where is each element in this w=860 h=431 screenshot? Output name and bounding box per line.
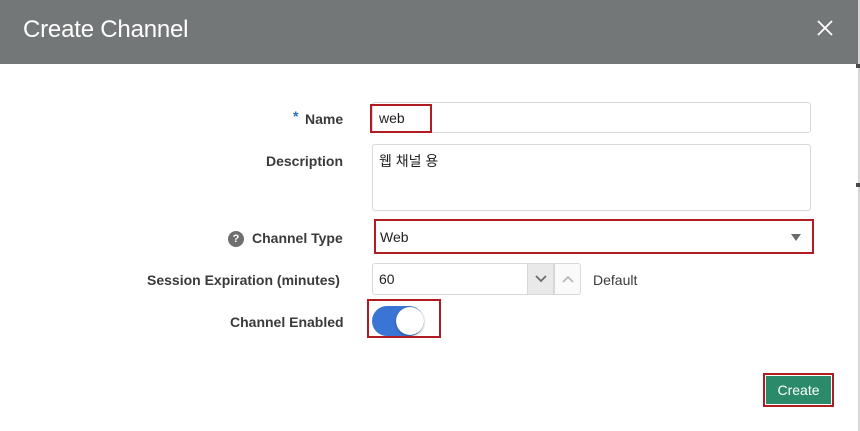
toggle-knob — [396, 307, 424, 335]
default-text: Default — [593, 272, 638, 288]
edge-marker — [856, 183, 860, 187]
session-expiration-label: Session Expiration (minutes) — [147, 272, 340, 288]
chevron-down-icon — [535, 275, 547, 283]
dialog-header: Create Channel — [0, 0, 858, 64]
chevron-down-icon — [791, 234, 801, 241]
name-input[interactable] — [372, 102, 811, 133]
description-textarea[interactable]: 웹 채널 용 — [372, 144, 811, 211]
decrement-button[interactable] — [527, 263, 554, 295]
chevron-up-icon — [562, 275, 574, 283]
dialog-title: Create Channel — [23, 16, 189, 43]
description-label: Description — [266, 153, 344, 169]
session-expiration-input[interactable] — [372, 263, 528, 295]
edge-marker — [856, 64, 860, 68]
increment-button[interactable] — [554, 263, 581, 295]
channel-type-select[interactable]: Web — [376, 221, 812, 253]
create-button[interactable]: Create — [766, 376, 831, 404]
channel-enabled-label: Channel Enabled — [230, 314, 344, 330]
close-icon[interactable] — [813, 17, 837, 41]
help-icon[interactable]: ? — [228, 231, 244, 247]
channel-type-label: Channel Type — [252, 230, 343, 246]
name-label: Name — [305, 111, 344, 127]
required-asterisk: * — [293, 108, 299, 124]
create-channel-dialog: Create Channel * Name Description 웹 채널 용… — [0, 0, 860, 431]
